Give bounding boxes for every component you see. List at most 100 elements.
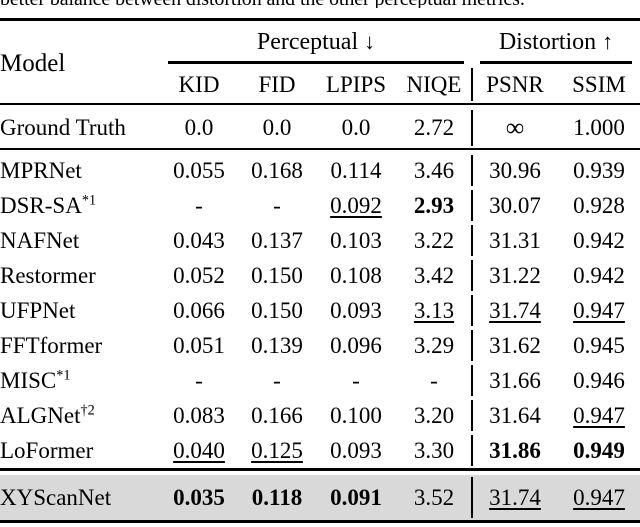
- column-header-psnr: PSNR: [472, 66, 558, 104]
- cell-value: 0.947: [573, 403, 625, 428]
- cell-fid: 0.168: [238, 153, 316, 188]
- cell-niqe: 3.42: [396, 258, 472, 293]
- cell-fid: -: [238, 363, 316, 398]
- cell-value: 0.947: [573, 485, 625, 510]
- column-header-kid: KID: [160, 66, 238, 104]
- cell-kid: -: [160, 363, 238, 398]
- cell-psnr: 30.96: [472, 153, 558, 188]
- cell-niqe: 2.93: [396, 188, 472, 223]
- cell-lpips: 0.096: [316, 328, 396, 363]
- table-row: UFPNet0.0660.1500.0933.1331.740.947: [0, 293, 640, 328]
- row-label: MISC*1: [0, 363, 160, 398]
- row-label-superscript: *1: [82, 192, 96, 208]
- cell-niqe: 3.46: [396, 153, 472, 188]
- cell-value: 0.091: [330, 485, 382, 510]
- cell-kid: 0.0: [160, 108, 238, 149]
- group-rule-perceptual: [160, 59, 472, 66]
- table-row: FFTformer0.0510.1390.0963.2931.620.945: [0, 328, 640, 363]
- cell-lpips: 0.093: [316, 293, 396, 328]
- row-label-superscript: *1: [56, 367, 70, 383]
- cell-niqe: 2.72: [396, 108, 472, 149]
- table-row: MPRNet0.0550.1680.1143.4630.960.939: [0, 153, 640, 188]
- cell-ssim: 0.946: [558, 363, 640, 398]
- cell-kid: 0.043: [160, 223, 238, 258]
- cell-ssim: 0.947: [558, 293, 640, 328]
- row-label: LoFormer: [0, 433, 160, 470]
- cell-niqe: 3.52: [396, 475, 472, 522]
- column-header-lpips: LPIPS: [316, 66, 396, 104]
- cell-value: 31.86: [489, 438, 541, 463]
- cell-niqe: 3.22: [396, 223, 472, 258]
- cell-psnr: 31.74: [472, 475, 558, 522]
- cell-fid: 0.0: [238, 108, 316, 149]
- cell-ssim: 0.945: [558, 328, 640, 363]
- table-row: LoFormer 0.040 0.125 0.0933.30 31.86 0.949: [0, 433, 640, 470]
- cell-value: 31.74: [489, 485, 541, 510]
- row-label: DSR-SA*1: [0, 188, 160, 223]
- row-label: Restormer: [0, 258, 160, 293]
- cell-value: 3.13: [414, 298, 454, 323]
- row-label-superscript: †2: [80, 402, 94, 418]
- cell-psnr: ∞: [472, 108, 558, 149]
- cell-value: 0.949: [573, 438, 625, 463]
- table-row: ALGNet†20.0830.1660.1003.2031.640.947: [0, 398, 640, 433]
- cell-lpips: 0.0: [316, 108, 396, 149]
- cell-lpips: 0.093: [316, 433, 396, 470]
- cell-kid: -: [160, 188, 238, 223]
- cell-psnr: 31.31: [472, 223, 558, 258]
- row-label: NAFNet: [0, 223, 160, 258]
- cell-psnr: 31.86: [472, 433, 558, 470]
- group-header-row: Model Perceptual ↓ Distortion ↑: [0, 25, 640, 59]
- rule-bar: [480, 61, 632, 64]
- cell-lpips: 0.108: [316, 258, 396, 293]
- cell-kid: 0.051: [160, 328, 238, 363]
- group-rule-distortion: [472, 59, 640, 66]
- cell-fid: 0.125: [238, 433, 316, 470]
- cell-value: 0.125: [251, 438, 303, 463]
- group-header-perceptual: Perceptual ↓: [160, 25, 472, 59]
- cell-lpips: 0.100: [316, 398, 396, 433]
- cell-kid: 0.035: [160, 475, 238, 522]
- cell-psnr: 31.22: [472, 258, 558, 293]
- cell-ssim: 0.928: [558, 188, 640, 223]
- cell-lpips: 0.103: [316, 223, 396, 258]
- caption-fragment: better balance between distortion and th…: [0, 0, 640, 8]
- cell-value: 31.74: [489, 298, 541, 323]
- row-label: ALGNet†2: [0, 398, 160, 433]
- cell-niqe: 3.20: [396, 398, 472, 433]
- group-label-distortion: Distortion: [499, 29, 596, 55]
- cell-fid: 0.150: [238, 258, 316, 293]
- cell-fid: -: [238, 188, 316, 223]
- cell-value: 0.947: [573, 298, 625, 323]
- metrics-table: Model Perceptual ↓ Distortion ↑ KID FID …: [0, 18, 640, 527]
- row-label: XYScanNet: [0, 475, 160, 522]
- cell-niqe: 3.30: [396, 433, 472, 470]
- cell-ssim: 0.949: [558, 433, 640, 470]
- table-row: MISC*1----31.660.946: [0, 363, 640, 398]
- cell-psnr: 30.07: [472, 188, 558, 223]
- cell-value: 0.092: [330, 193, 382, 218]
- cell-niqe: 3.29: [396, 328, 472, 363]
- column-header-fid: FID: [238, 66, 316, 104]
- cell-ssim: 0.942: [558, 223, 640, 258]
- group-label-perceptual: Perceptual: [257, 29, 358, 55]
- cell-psnr: 31.62: [472, 328, 558, 363]
- cell-lpips: -: [316, 363, 396, 398]
- cell-niqe: 3.13: [396, 293, 472, 328]
- cell-kid: 0.066: [160, 293, 238, 328]
- cell-value: 0.040: [173, 438, 225, 463]
- cell-kid: 0.083: [160, 398, 238, 433]
- cell-kid: 0.055: [160, 153, 238, 188]
- cell-value: 0.118: [252, 485, 302, 510]
- row-label: FFTformer: [0, 328, 160, 363]
- group-header-distortion: Distortion ↑: [472, 25, 640, 59]
- row-label: MPRNet: [0, 153, 160, 188]
- table-row: NAFNet0.0430.1370.1033.2231.310.942: [0, 223, 640, 258]
- arrow-up-icon: ↑: [602, 29, 613, 54]
- cell-fid: 0.118: [238, 475, 316, 522]
- cell-ssim: 0.942: [558, 258, 640, 293]
- cell-ssim: 0.939: [558, 153, 640, 188]
- cell-lpips: 0.091: [316, 475, 396, 522]
- table-row: Restormer0.0520.1500.1083.4231.220.942: [0, 258, 640, 293]
- cell-niqe: -: [396, 363, 472, 398]
